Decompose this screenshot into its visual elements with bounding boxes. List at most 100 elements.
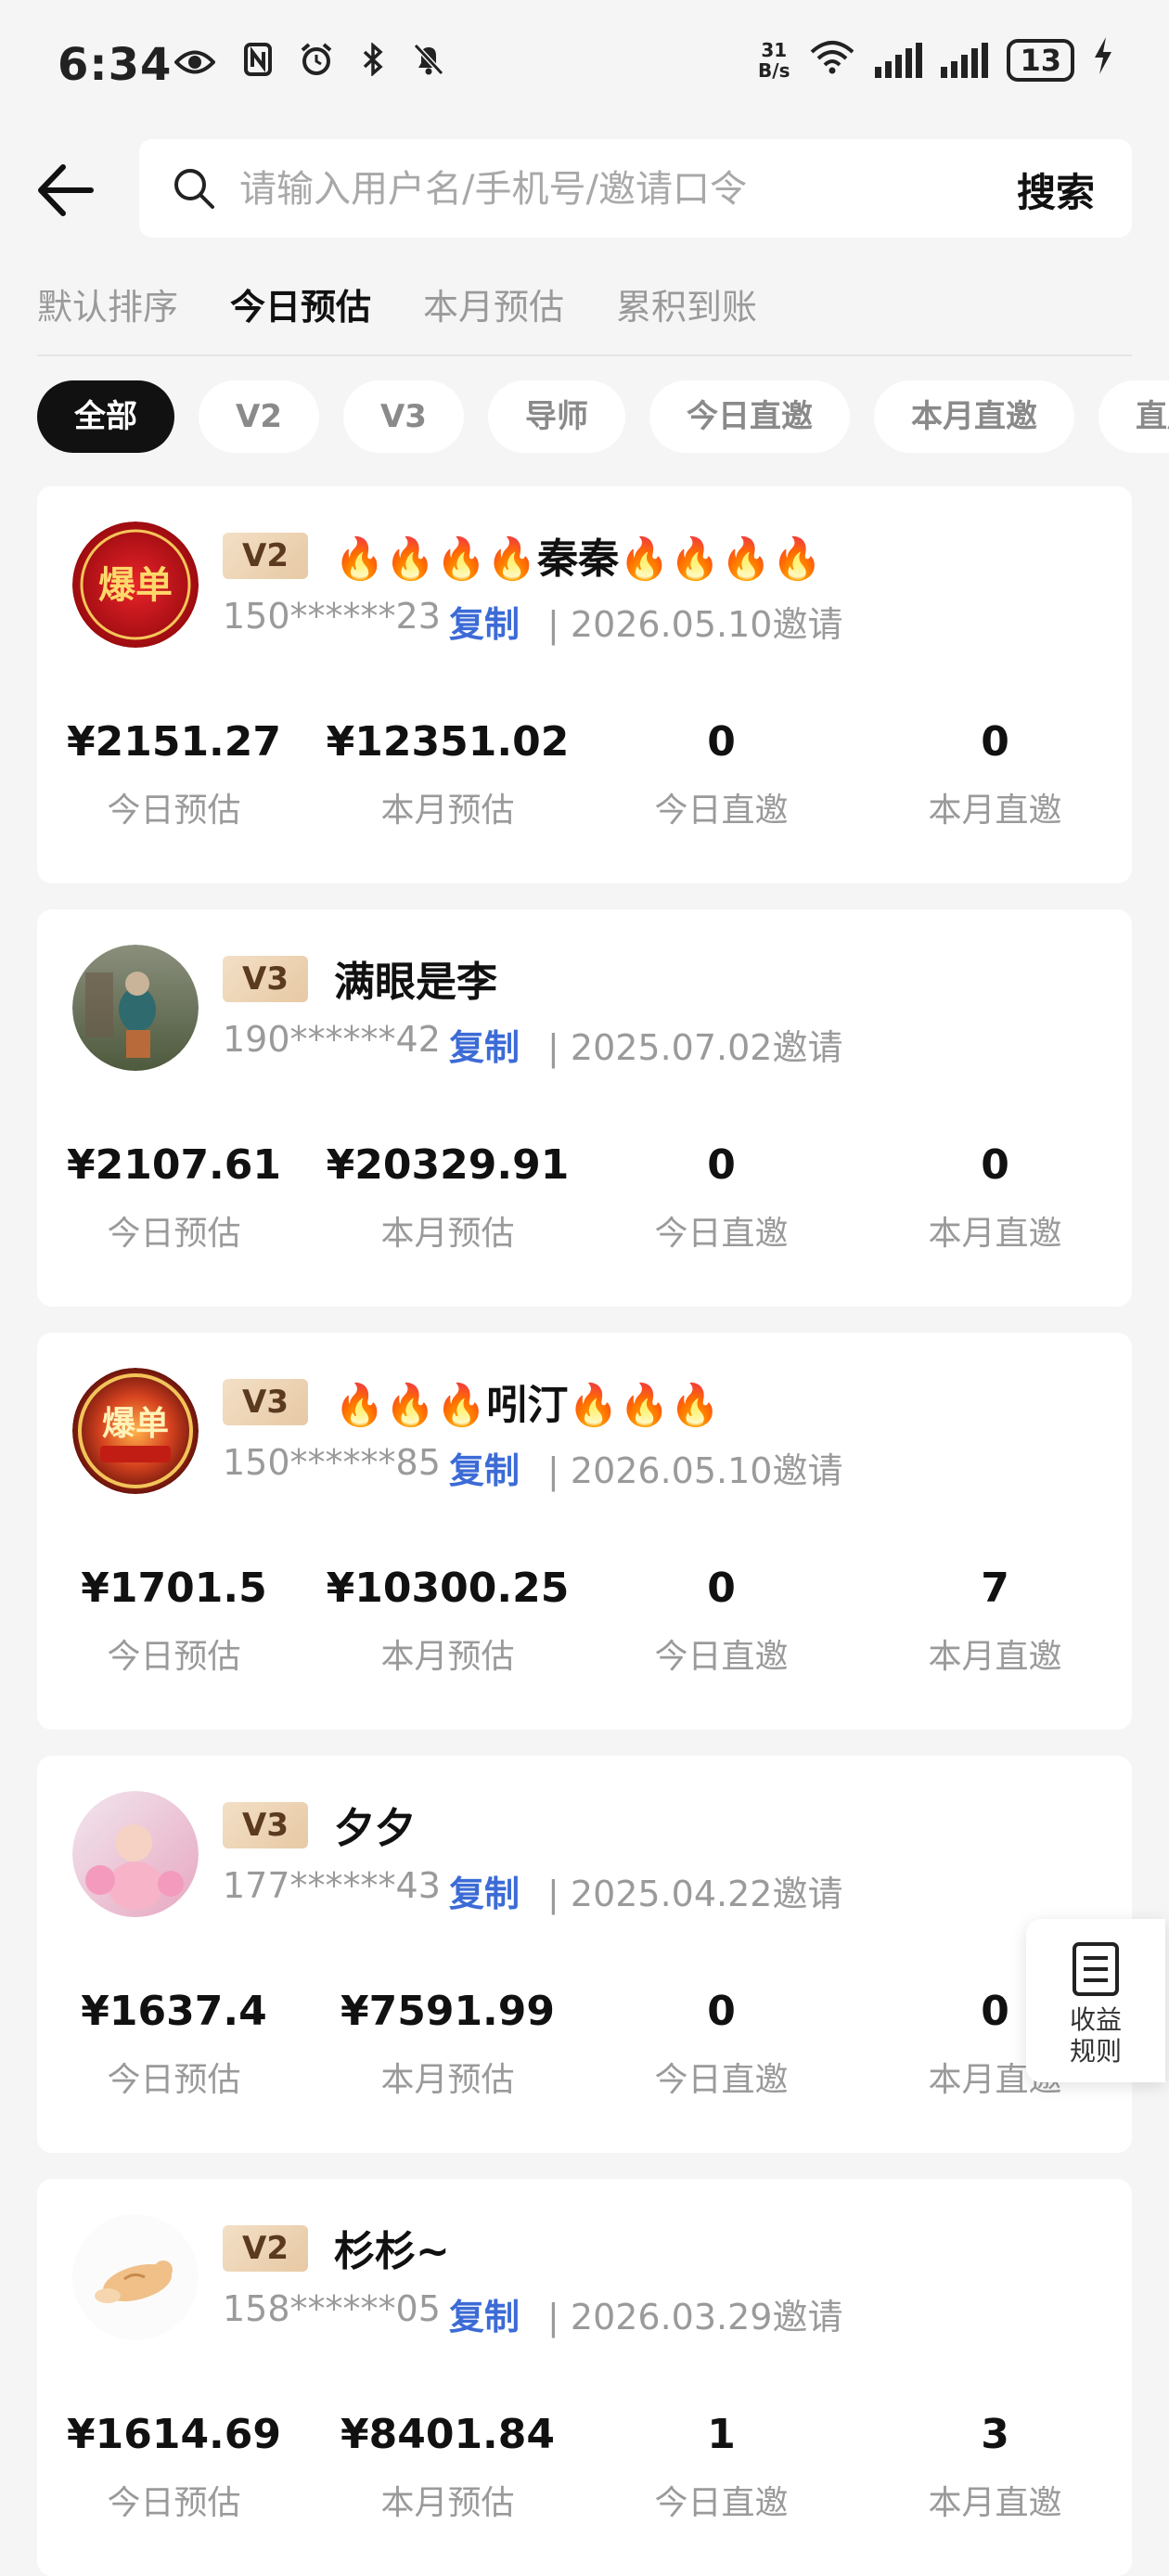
- stats-row: ¥1614.69 今日预估 ¥8401.84 本月预估 1 今日直邀 3 本月直邀: [37, 2411, 1132, 2524]
- invite-date: 2026.05.10邀请: [547, 1442, 843, 1493]
- copy-button[interactable]: 复制: [449, 1019, 520, 1070]
- bell-off-icon: [413, 43, 444, 85]
- user-phone: 158******05: [223, 2288, 441, 2329]
- chip-mentor[interactable]: 导师: [487, 380, 625, 453]
- rules-fab-label: 收益规则: [1069, 2004, 1122, 2067]
- search-button[interactable]: 搜索: [1017, 161, 1095, 218]
- stat-label: 今日预估: [107, 1215, 241, 1253]
- stat-today-direct-invite: 1 今日直邀: [584, 2411, 858, 2524]
- search-header: 搜索: [0, 139, 1169, 241]
- earnings-rules-button[interactable]: 收益规则: [1026, 1919, 1165, 2082]
- user-card[interactable]: V3 夕夕 177******43 复制 2025.04.22邀请 ¥1637.…: [37, 1756, 1132, 2153]
- chip-v2[interactable]: V2: [199, 380, 319, 453]
- tab-default-sort[interactable]: 默认排序: [37, 278, 178, 329]
- user-name: 🔥🔥🔥🔥秦秦🔥🔥🔥🔥: [334, 535, 823, 583]
- copy-button[interactable]: 复制: [449, 1865, 520, 1916]
- bluetooth-icon: [362, 42, 396, 85]
- stat-today-estimate: ¥1637.4 今日预估: [37, 1988, 311, 2101]
- stat-label: 今日直邀: [654, 2061, 789, 2099]
- user-card[interactable]: 爆单 V3 🔥🔥🔥吲汀🔥🔥🔥 150******85 复制 2026.05.10…: [37, 1333, 1132, 1730]
- user-card[interactable]: 爆单 V2 🔥🔥🔥🔥秦秦🔥🔥🔥🔥 150******23 复制 2026.05.…: [37, 486, 1132, 883]
- stat-label: 今日直邀: [654, 792, 789, 830]
- stats-row: ¥1701.5 今日预估 ¥10300.25 本月预估 0 今日直邀 7 本月直邀: [37, 1565, 1132, 1678]
- stat-label: 今日直邀: [654, 1638, 789, 1676]
- stat-today-estimate: ¥2107.61 今日预估: [37, 1141, 311, 1255]
- avatar: 爆单: [72, 1368, 199, 1494]
- stat-value: 0: [981, 718, 1009, 766]
- tab-today-estimate[interactable]: 今日预估: [230, 278, 371, 329]
- status-icons-left: [158, 42, 444, 85]
- copy-button[interactable]: 复制: [449, 2288, 520, 2339]
- avatar: [72, 1791, 199, 1917]
- stat-value: ¥1637.4: [81, 1988, 267, 2035]
- sort-tabs: 默认排序 今日预估 本月预估 累积到账: [37, 278, 757, 329]
- user-phone: 190******42: [223, 1019, 441, 1060]
- stat-label: 本月预估: [380, 792, 515, 830]
- tab-total-received[interactable]: 累积到账: [616, 278, 757, 329]
- stat-today-estimate: ¥1614.69 今日预估: [37, 2411, 311, 2524]
- stat-month-direct-invite: 0 本月直邀: [858, 718, 1132, 831]
- document-icon: [1073, 1942, 1119, 1996]
- chip-month-direct-invite[interactable]: 本月直邀: [873, 380, 1074, 453]
- stat-month-direct-invite: 3 本月直邀: [858, 2411, 1132, 2524]
- stat-value: ¥12351.02: [326, 718, 570, 766]
- stat-today-estimate: ¥1701.5 今日预估: [37, 1565, 311, 1678]
- sort-divider: [37, 354, 1132, 356]
- stat-label: 今日预估: [107, 1638, 241, 1676]
- user-name: 杉杉~: [334, 2228, 450, 2275]
- invite-date: 2026.03.29邀请: [547, 2288, 843, 2339]
- stat-label: 今日直邀: [654, 2484, 789, 2522]
- stat-label: 本月预估: [380, 1215, 515, 1253]
- chip-all[interactable]: 全部: [37, 380, 174, 453]
- chip-v3[interactable]: V3: [342, 380, 464, 453]
- stat-today-direct-invite: 0 今日直邀: [584, 1141, 858, 1255]
- chip-today-direct-invite[interactable]: 今日直邀: [649, 380, 850, 453]
- stat-label: 本月预估: [380, 2484, 515, 2522]
- battery-icon: 13: [1007, 38, 1074, 82]
- back-button[interactable]: [35, 160, 100, 221]
- stat-value: ¥1701.5: [81, 1565, 267, 1612]
- wifi-icon: [808, 37, 856, 83]
- user-name: 满眼是李: [334, 959, 497, 1006]
- tab-month-estimate[interactable]: 本月预估: [423, 278, 564, 329]
- stat-value: ¥1614.69: [66, 2411, 282, 2458]
- search-input[interactable]: [238, 161, 983, 217]
- status-time: 6:34: [58, 39, 173, 91]
- avatar-text: 爆单: [98, 564, 173, 607]
- search-box[interactable]: 搜索: [139, 139, 1132, 238]
- chip-direct[interactable]: 直属: [1098, 380, 1169, 453]
- signal-strength-icon: [875, 42, 923, 78]
- user-card[interactable]: V3 满眼是李 190******42 复制 2025.07.02邀请 ¥210…: [37, 909, 1132, 1307]
- stat-label: 今日直邀: [654, 1215, 789, 1253]
- copy-button[interactable]: 复制: [449, 596, 520, 647]
- user-name: 夕夕: [334, 1805, 416, 1852]
- stat-today-direct-invite: 0 今日直邀: [584, 1565, 858, 1678]
- user-card[interactable]: V2 杉杉~ 158******05 复制 2026.03.29邀请 ¥1614…: [37, 2179, 1132, 2576]
- signal-strength-icon-2: [941, 42, 989, 78]
- stat-today-direct-invite: 0 今日直邀: [584, 718, 858, 831]
- level-badge: V3: [223, 1379, 308, 1425]
- status-right: 31 B/s 13: [758, 37, 1113, 83]
- user-phone: 150******23: [223, 596, 441, 637]
- level-badge: V3: [223, 1802, 308, 1848]
- avatar: 爆单: [72, 522, 199, 648]
- stat-value: ¥7591.99: [340, 1988, 556, 2035]
- stat-value: ¥2151.27: [66, 718, 282, 766]
- stat-value: 0: [707, 718, 736, 766]
- stat-value: 3: [981, 2411, 1009, 2458]
- net-speed: 31 B/s: [758, 40, 790, 81]
- invite-date: 2025.07.02邀请: [547, 1019, 843, 1070]
- stat-label: 今日预估: [107, 2484, 241, 2522]
- eye-icon: [173, 43, 227, 85]
- copy-button[interactable]: 复制: [449, 1442, 520, 1493]
- stat-value: ¥20329.91: [326, 1141, 570, 1189]
- net-speed-value: 31: [761, 38, 788, 61]
- avatar: [72, 945, 199, 1071]
- level-badge: V2: [223, 2225, 308, 2272]
- stat-month-estimate: ¥8401.84 本月预估: [311, 2411, 584, 2524]
- stat-month-estimate: ¥10300.25 本月预估: [311, 1565, 584, 1678]
- stat-label: 本月直邀: [928, 792, 1062, 830]
- back-arrow-icon: [38, 164, 94, 216]
- stat-month-estimate: ¥7591.99 本月预估: [311, 1988, 584, 2101]
- stat-value: 7: [981, 1565, 1009, 1612]
